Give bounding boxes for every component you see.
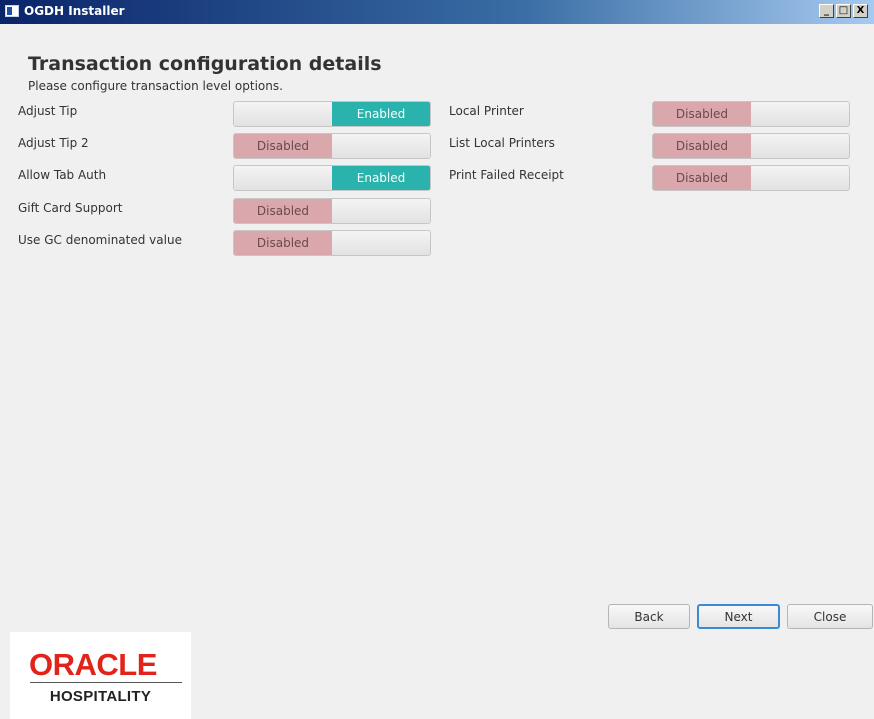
toggle-disabled-segment[interactable]: Disabled	[653, 102, 751, 126]
minimize-icon[interactable]: _	[819, 4, 834, 18]
toggle-adjust-tip-2[interactable]: Disabled	[233, 133, 431, 159]
window-title: OGDH Installer	[24, 4, 125, 18]
toggle-left-segment[interactable]	[234, 102, 332, 126]
toggle-right-segment[interactable]	[332, 231, 430, 255]
window-title-bar[interactable]: OGDH Installer _ □ X	[0, 0, 874, 24]
oracle-hospitality-logo: ORACLE HOSPITALITY	[10, 632, 191, 719]
oracle-wordmark: ORACLE	[29, 647, 157, 682]
option-label-adjust-tip: Adjust Tip	[18, 104, 78, 118]
option-label-gift-card-support: Gift Card Support	[18, 201, 123, 215]
toggle-disabled-segment[interactable]: Disabled	[653, 166, 751, 190]
page-subtitle: Please configure transaction level optio…	[28, 79, 283, 93]
toggle-disabled-segment[interactable]: Disabled	[234, 199, 332, 223]
option-label-use-gc-denominated-value: Use GC denominated value	[18, 233, 182, 247]
logo-divider	[30, 682, 182, 683]
toggle-enabled-segment[interactable]: Enabled	[332, 102, 430, 126]
toggle-print-failed-receipt[interactable]: Disabled	[652, 165, 850, 191]
toggle-enabled-segment[interactable]: Enabled	[332, 166, 430, 190]
toggle-disabled-segment[interactable]: Disabled	[234, 134, 332, 158]
page-title: Transaction configuration details	[28, 53, 382, 75]
option-label-list-local-printers: List Local Printers	[449, 136, 555, 150]
toggle-use-gc-denominated-value[interactable]: Disabled	[233, 230, 431, 256]
toggle-left-segment[interactable]	[234, 166, 332, 190]
toggle-right-segment[interactable]	[751, 134, 849, 158]
toggle-right-segment[interactable]	[332, 134, 430, 158]
toggle-right-segment[interactable]	[751, 102, 849, 126]
toggle-gift-card-support[interactable]: Disabled	[233, 198, 431, 224]
app-icon	[5, 5, 19, 17]
close-button[interactable]: Close	[787, 604, 873, 629]
toggle-disabled-segment[interactable]: Disabled	[653, 134, 751, 158]
toggle-local-printer[interactable]: Disabled	[652, 101, 850, 127]
toggle-right-segment[interactable]	[332, 199, 430, 223]
toggle-allow-tab-auth[interactable]: Enabled	[233, 165, 431, 191]
window-controls: _ □ X	[819, 4, 868, 18]
toggle-list-local-printers[interactable]: Disabled	[652, 133, 850, 159]
next-button[interactable]: Next	[697, 604, 780, 629]
close-icon[interactable]: X	[853, 4, 868, 18]
toggle-right-segment[interactable]	[751, 166, 849, 190]
option-label-print-failed-receipt: Print Failed Receipt	[449, 168, 564, 182]
toggle-disabled-segment[interactable]: Disabled	[234, 231, 332, 255]
hospitality-wordmark: HOSPITALITY	[49, 688, 152, 705]
option-label-allow-tab-auth: Allow Tab Auth	[18, 168, 107, 182]
option-label-adjust-tip-2: Adjust Tip 2	[18, 136, 89, 150]
back-button[interactable]: Back	[608, 604, 690, 629]
option-label-local-printer: Local Printer	[449, 104, 524, 118]
maximize-icon[interactable]: □	[836, 4, 851, 18]
toggle-adjust-tip[interactable]: Enabled	[233, 101, 431, 127]
